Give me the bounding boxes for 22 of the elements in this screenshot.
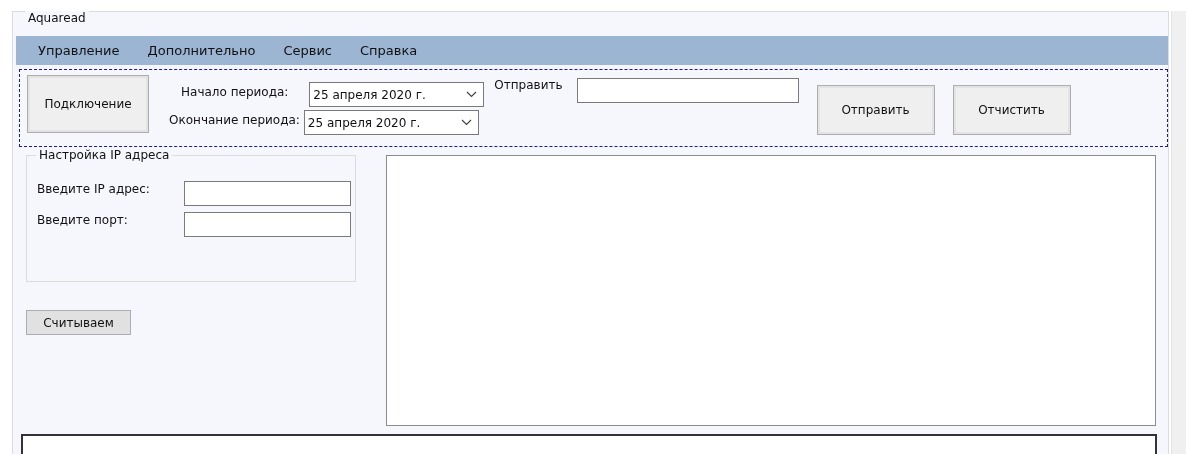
menu-item[interactable]: Справка [360,43,418,58]
field-label: Введите порт: [37,213,129,227]
group-title: Aquaread [25,11,89,25]
start-label: Начало периода: [181,85,289,99]
read-button[interactable]: Считываем [26,310,131,335]
clear-button[interactable]: Отчистить [952,85,1071,135]
chevron-icon [466,91,478,98]
input-field[interactable] [184,212,351,237]
input-field[interactable] [184,181,351,206]
menu-item[interactable]: Дополнительно [147,43,256,58]
chevron-icon [460,119,472,126]
send-label: Отправить [494,78,563,92]
end-label: Окончание периода: [169,113,300,127]
menu-item[interactable]: Управление [38,43,120,58]
send-button[interactable]: Отправить [816,85,935,135]
field-label: Введите IP адрес: [37,182,151,196]
menu-item[interactable]: Сервис [283,43,332,58]
group-title: Настройка IP адреса [36,148,173,162]
connect-button[interactable]: Подключение [27,75,149,133]
send-field[interactable] [576,78,799,103]
date-picker[interactable]: 25 апреля 2020 г. [309,82,485,107]
date-picker[interactable]: 25 апреля 2020 г. [303,110,479,135]
